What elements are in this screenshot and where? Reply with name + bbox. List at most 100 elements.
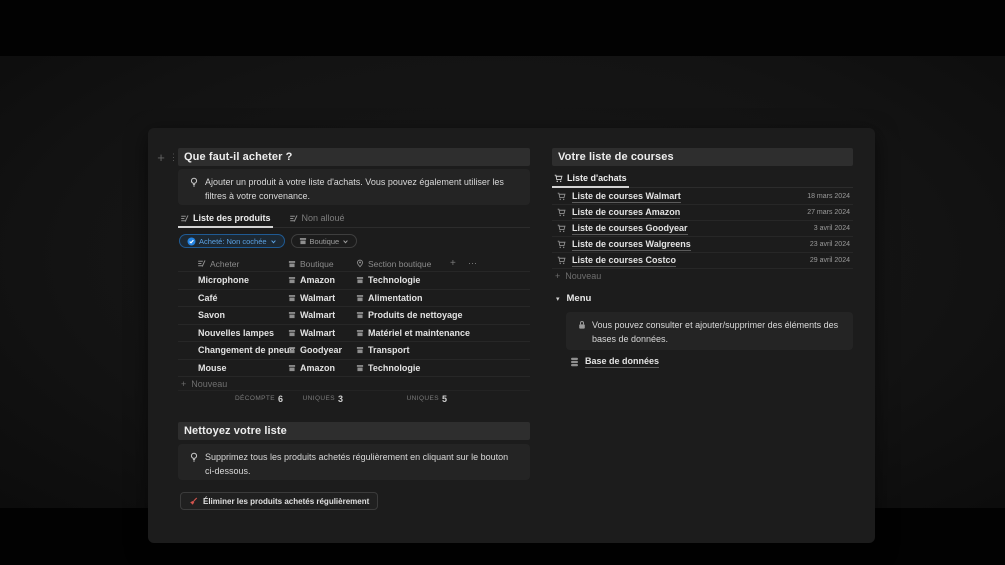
tab-liste-des-produits[interactable]: Liste des produits bbox=[178, 213, 273, 228]
new-row-label: Nouveau bbox=[191, 378, 228, 389]
add-column-button[interactable]: + bbox=[450, 256, 456, 271]
calc-decompte[interactable]: DÉCOMPTE 6 bbox=[235, 391, 283, 406]
calc-uniques-section[interactable]: UNIQUES 5 bbox=[407, 391, 447, 406]
shop-icon bbox=[288, 260, 296, 268]
list-date: 18 mars 2024 bbox=[807, 193, 850, 200]
eliminate-products-button[interactable]: Éliminer les produits achetés régulièrem… bbox=[180, 492, 379, 510]
section-value: Produits de nettoyage bbox=[368, 310, 463, 321]
table-row[interactable]: Mouse Amazon Technologie bbox=[178, 360, 530, 377]
plus-icon: + bbox=[181, 378, 187, 389]
cart-icon bbox=[557, 208, 566, 217]
database-link[interactable]: Base de données bbox=[585, 356, 660, 368]
lightbulb-icon bbox=[189, 452, 199, 463]
section-title-text: Nettoyez votre liste bbox=[184, 425, 287, 437]
calc-label: UNIQUES bbox=[302, 395, 335, 402]
calc-label: UNIQUES bbox=[406, 395, 439, 402]
product-name[interactable]: Mouse bbox=[198, 360, 227, 377]
table-new-row-button[interactable]: + Nouveau bbox=[178, 377, 530, 391]
app-background: + ⋮⋮ Que faut-il acheter ? Ajouter un pr… bbox=[0, 56, 1005, 543]
product-name[interactable]: Nouvelles lampes bbox=[198, 325, 274, 342]
lock-icon bbox=[577, 320, 587, 330]
calc-value: 6 bbox=[277, 393, 283, 404]
chevron-down-icon bbox=[342, 238, 349, 245]
list-item[interactable]: Liste de courses Walmart 18 mars 2024 bbox=[552, 189, 853, 205]
shopping-list-tabs: Liste d'achats bbox=[552, 169, 853, 188]
table-row[interactable]: Microphone Amazon Technologie bbox=[178, 272, 530, 290]
shop-icon bbox=[288, 346, 296, 354]
column-label: Acheter bbox=[210, 258, 240, 269]
table-row[interactable]: Nouvelles lampes Walmart Matériel et mai… bbox=[178, 325, 530, 342]
tab-label: Non alloué bbox=[301, 213, 345, 223]
filter-chip-boutique[interactable]: Boutique bbox=[290, 234, 358, 248]
table-row[interactable]: Changement de pneus Goodyear Transport bbox=[178, 342, 530, 360]
view-icon bbox=[197, 259, 206, 268]
filter-label: Acheté: Non cochée bbox=[199, 236, 267, 246]
database-link-row[interactable]: Base de données bbox=[570, 356, 660, 368]
menu-toggle[interactable]: ▾ Menu bbox=[556, 293, 591, 304]
product-name[interactable]: Café bbox=[198, 290, 218, 307]
list-title-link[interactable]: Liste de courses Costco bbox=[572, 255, 677, 267]
shop-icon bbox=[356, 346, 364, 354]
drag-handle-icon[interactable]: ⋮⋮ bbox=[169, 150, 184, 164]
list-item[interactable]: Liste de courses Walgreens 23 avril 2024 bbox=[552, 237, 853, 253]
cart-icon bbox=[557, 240, 566, 249]
tab-non-alloue[interactable]: Non alloué bbox=[287, 213, 347, 227]
table-row[interactable]: Savon Walmart Produits de nettoyage bbox=[178, 307, 530, 325]
column-header-acheter[interactable]: Acheter bbox=[197, 256, 239, 271]
tab-liste-dachats[interactable]: Liste d'achats bbox=[552, 173, 629, 188]
list-title-link[interactable]: Liste de courses Walmart bbox=[572, 191, 681, 203]
list-title-link[interactable]: Liste de courses Amazon bbox=[572, 207, 681, 219]
table-footer-calculations: DÉCOMPTE 6 UNIQUES 3 UNIQUES 5 bbox=[178, 391, 530, 406]
list-item[interactable]: Liste de courses Amazon 27 mars 2024 bbox=[552, 205, 853, 221]
column-header-boutique[interactable]: Boutique bbox=[288, 256, 334, 271]
list-title-link[interactable]: Liste de courses Walgreens bbox=[572, 239, 691, 251]
list-item[interactable]: Liste de courses Costco 29 avril 2024 bbox=[552, 253, 853, 269]
broom-icon bbox=[189, 497, 198, 506]
toggle-triangle-icon[interactable]: ▾ bbox=[556, 295, 560, 303]
filter-chip-achete[interactable]: Acheté: Non cochée bbox=[179, 234, 285, 248]
tip-callout-add-product: Ajouter un produit à votre liste d'achat… bbox=[178, 169, 530, 205]
tip-callout-database: Vous pouvez consulter et ajouter/supprim… bbox=[566, 312, 853, 350]
table-header-row: Acheter Boutique Section boutique + ⋯ bbox=[178, 256, 530, 272]
cart-icon bbox=[557, 224, 566, 233]
list-new-button[interactable]: + Nouveau bbox=[552, 269, 853, 283]
shop-value: Walmart bbox=[300, 327, 336, 338]
filter-label: Boutique bbox=[309, 236, 340, 246]
tip-callout-clean: Supprimez tous les produits achetés régu… bbox=[178, 444, 530, 480]
tip-text: Vous pouvez consulter et ajouter/supprim… bbox=[592, 320, 839, 344]
calc-label: DÉCOMPTE bbox=[234, 395, 275, 402]
new-row-label: Nouveau bbox=[565, 271, 602, 281]
calc-value: 3 bbox=[337, 393, 343, 404]
view-icon bbox=[289, 214, 298, 223]
section-value: Alimentation bbox=[368, 292, 423, 303]
table-row[interactable]: Café Walmart Alimentation bbox=[178, 290, 530, 307]
database-icon bbox=[570, 357, 579, 367]
check-circle-icon bbox=[187, 237, 196, 246]
button-label: Éliminer les produits achetés régulièrem… bbox=[203, 496, 370, 506]
table-options-button[interactable]: ⋯ bbox=[468, 256, 477, 271]
cart-icon bbox=[557, 192, 566, 201]
section-title-shopping-list: Votre liste de courses bbox=[552, 148, 853, 166]
column-header-section[interactable]: Section boutique bbox=[356, 256, 431, 271]
menu-label: Menu bbox=[566, 293, 592, 304]
shop-icon bbox=[299, 237, 307, 245]
shop-value: Walmart bbox=[300, 292, 336, 303]
list-item[interactable]: Liste de courses Goodyear 3 avril 2024 bbox=[552, 221, 853, 237]
product-name[interactable]: Changement de pneus bbox=[198, 342, 295, 359]
add-block-icon[interactable]: + bbox=[154, 151, 168, 165]
shop-icon bbox=[356, 329, 364, 337]
notion-page: + ⋮⋮ Que faut-il acheter ? Ajouter un pr… bbox=[148, 128, 875, 543]
plus-icon: + bbox=[555, 271, 561, 281]
list-title-link[interactable]: Liste de courses Goodyear bbox=[572, 223, 688, 235]
product-name[interactable]: Microphone bbox=[198, 272, 249, 289]
shop-value: Amazon bbox=[300, 362, 336, 373]
calc-uniques-shop[interactable]: UNIQUES 3 bbox=[303, 391, 343, 406]
shopping-lists: Liste de courses Walmart 18 mars 2024 Li… bbox=[552, 189, 853, 283]
shop-icon bbox=[288, 329, 296, 337]
column-label: Boutique bbox=[300, 258, 334, 269]
shop-value: Amazon bbox=[300, 275, 336, 286]
section-title-text: Que faut-il acheter ? bbox=[184, 151, 293, 163]
chevron-down-icon bbox=[270, 238, 277, 245]
product-name[interactable]: Savon bbox=[198, 307, 225, 324]
lightbulb-icon bbox=[189, 177, 199, 188]
